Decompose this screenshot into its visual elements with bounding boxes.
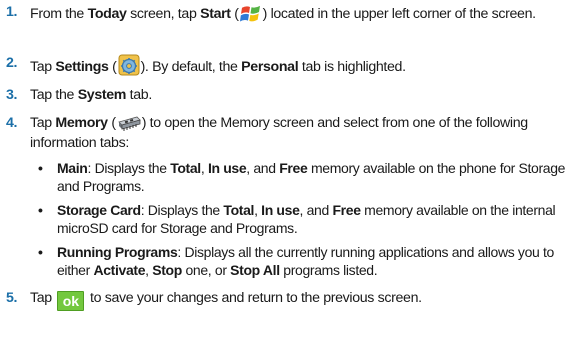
step-number: 5. — [6, 290, 18, 306]
step-text: Tap ok to save your changes and return t… — [30, 290, 422, 311]
bullet-text: Running Programs: Displays all the curre… — [57, 244, 554, 278]
bullet-marker: • — [38, 160, 43, 176]
term-memory: Memory — [55, 115, 108, 131]
instruction-page: 1. From the Today screen, tap Start () l… — [0, 0, 584, 340]
bullet-text: Main: Displays the Total, In use, and Fr… — [57, 160, 566, 194]
bullet-marker: • — [38, 244, 43, 260]
settings-icon — [118, 54, 140, 76]
term-today: Today — [87, 6, 127, 22]
bullet-text: Storage Card: Displays the Total, In use… — [57, 202, 556, 236]
step-number: 3. — [6, 87, 18, 103]
memory-icon — [117, 114, 141, 134]
bullet-marker: • — [38, 202, 43, 218]
step-text: Tap the System tab. — [30, 87, 152, 103]
step-number: 2. — [6, 55, 18, 71]
step-text: Tap Settings (). By default, the Persona… — [30, 54, 580, 77]
windows-start-icon — [239, 3, 262, 23]
term-system: System — [77, 87, 127, 103]
step-number: 4. — [6, 115, 18, 131]
step-number: 1. — [6, 4, 18, 20]
ok-button-icon: ok — [57, 291, 85, 311]
term-personal: Personal — [241, 59, 299, 75]
step-text: From the Today screen, tap Start () loca… — [30, 3, 580, 24]
term-start: Start — [200, 6, 231, 22]
step-text: Tap Memory () to open the Memory screen … — [30, 114, 528, 151]
term-settings: Settings — [55, 59, 109, 75]
